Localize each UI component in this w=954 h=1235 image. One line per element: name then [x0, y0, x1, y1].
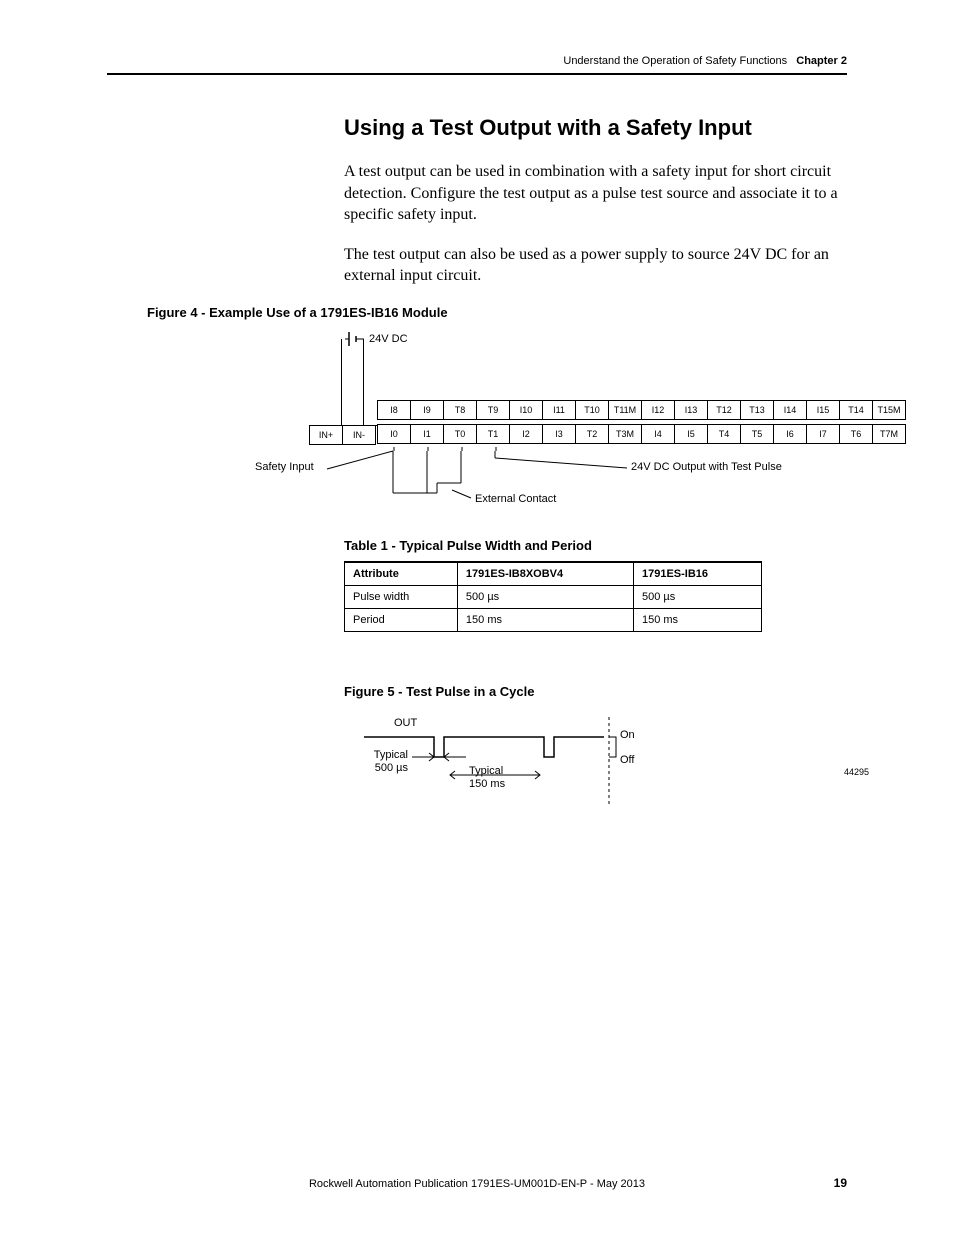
fig5-p1: Typical	[469, 765, 503, 777]
table-row: Pulse width500 µs500 µs	[345, 585, 762, 608]
fig5-out: OUT	[394, 717, 417, 729]
running-header: Understand the Operation of Safety Funct…	[107, 55, 847, 75]
fig5-on: On	[620, 729, 635, 741]
figure4-title: Figure 4 - Example Use of a 1791ES-IB16 …	[147, 305, 847, 320]
pin-cell: T7M	[872, 424, 906, 444]
chapter-label: Chapter 2	[796, 55, 847, 67]
fig4-ann-safety-input: Safety Input	[255, 461, 314, 473]
fig5-w2: 500 µs	[368, 762, 408, 774]
table-row: Period150 ms150 ms	[345, 608, 762, 631]
table-cell: 150 ms	[633, 608, 761, 631]
table-cell: Pulse width	[345, 585, 458, 608]
fig5-off: Off	[620, 754, 634, 766]
table-cell: 150 ms	[457, 608, 633, 631]
fig5-refnum: 44295	[844, 767, 869, 777]
table-cell: 500 µs	[457, 585, 633, 608]
body-para-1: A test output can be used in combination…	[344, 161, 847, 226]
figure5-diagram: OUT Typical 500 µs Typical 150 ms On Off…	[354, 707, 784, 817]
body-para-2: The test output can also be used as a po…	[344, 244, 847, 287]
fig4-wires	[147, 328, 847, 538]
header-title: Understand the Operation of Safety Funct…	[563, 55, 787, 67]
footer-publication: Rockwell Automation Publication 1791ES-U…	[0, 1178, 954, 1190]
fig5-p2: 150 ms	[469, 778, 505, 790]
table-cell: Period	[345, 608, 458, 631]
section-title: Using a Test Output with a Safety Input	[344, 115, 847, 141]
table-cell: 500 µs	[633, 585, 761, 608]
table-header: Attribute	[345, 562, 458, 586]
table-header: 1791ES-IB16	[633, 562, 761, 586]
table1-title: Table 1 - Typical Pulse Width and Period	[344, 538, 847, 553]
figure5-title: Figure 5 - Test Pulse in a Cycle	[344, 684, 847, 699]
fig5-w1: Typical	[368, 749, 408, 761]
table-header: 1791ES-IB8XOBV4	[457, 562, 633, 586]
table1: Attribute1791ES-IB8XOBV41791ES-IB16 Puls…	[344, 561, 762, 632]
page-number: 19	[834, 1176, 847, 1190]
fig4-ann-ext-contact: External Contact	[475, 493, 556, 505]
pin-cell: T15M	[872, 400, 906, 420]
figure4-diagram: 24V DC IN+ IN- I8I9T8T9I10I11T10T11MI12I…	[147, 328, 847, 538]
fig4-ann-dc-pulse: 24V DC Output with Test Pulse	[631, 461, 782, 473]
